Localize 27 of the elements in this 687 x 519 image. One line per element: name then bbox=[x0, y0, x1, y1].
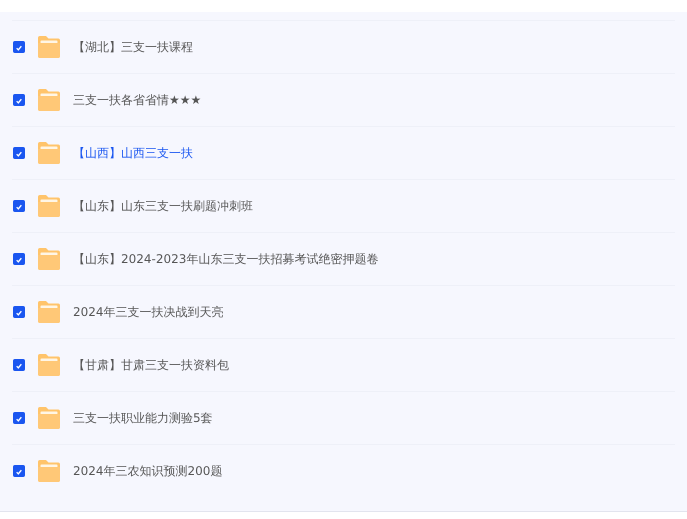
folder-icon bbox=[36, 141, 62, 165]
folder-icon bbox=[36, 247, 62, 271]
checkbox[interactable] bbox=[13, 465, 25, 477]
checkbox[interactable] bbox=[13, 94, 25, 106]
folder-icon bbox=[36, 353, 62, 377]
folder-name[interactable]: 2024年三农知识预测200题 bbox=[73, 462, 222, 480]
folder-name[interactable]: 三支一扶各省省情★★★ bbox=[73, 92, 202, 108]
folder-name[interactable]: 【山东】2024-2023年山东三支一扶招募考试绝密押题卷 bbox=[73, 250, 378, 268]
folder-name[interactable]: 【山西】山西三支一扶 bbox=[73, 144, 193, 162]
folder-name[interactable]: 三支一扶职业能力测验5套 bbox=[73, 410, 213, 426]
folder-name[interactable]: 【甘肃】甘肃三支一扶资料包 bbox=[73, 356, 229, 374]
folder-icon bbox=[36, 300, 62, 324]
folder-name[interactable]: 2024年三支一扶决战到天亮 bbox=[73, 304, 224, 320]
checkbox[interactable] bbox=[13, 412, 25, 424]
checkbox[interactable] bbox=[13, 253, 25, 265]
folder-name[interactable]: 【山东】山东三支一扶刷题冲刺班 bbox=[73, 198, 253, 214]
checkbox[interactable] bbox=[13, 200, 25, 212]
folder-icon bbox=[36, 459, 62, 483]
folder-icon bbox=[36, 88, 62, 112]
folder-icon bbox=[36, 406, 62, 430]
checkbox[interactable] bbox=[13, 147, 25, 159]
folder-icon bbox=[36, 194, 62, 218]
checkbox[interactable] bbox=[13, 306, 25, 318]
checkbox[interactable] bbox=[13, 359, 25, 371]
folder-name[interactable]: 【湖北】三支一扶课程 bbox=[73, 38, 193, 56]
folder-icon bbox=[36, 35, 62, 59]
checkbox[interactable] bbox=[13, 41, 25, 53]
